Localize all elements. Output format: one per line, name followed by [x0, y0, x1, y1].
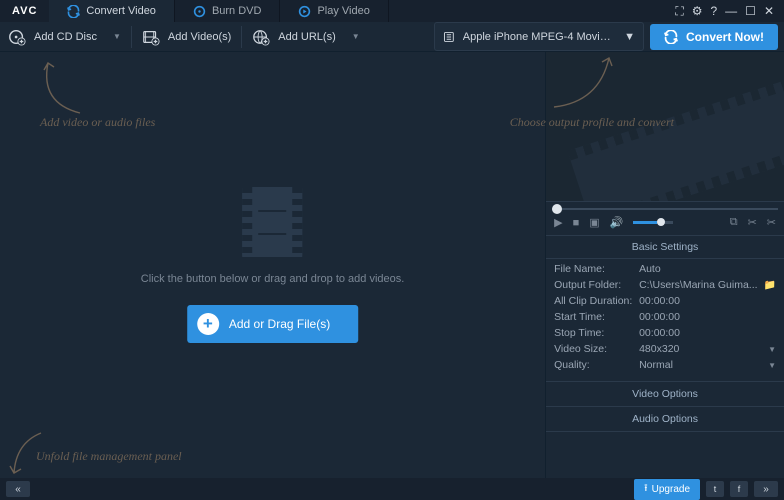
facebook-icon[interactable]: f [730, 481, 748, 497]
tab-convert-video[interactable]: Convert Video [49, 0, 175, 22]
upgrade-icon: ⭱ [644, 481, 648, 498]
chevron-down-icon[interactable]: ▼ [352, 32, 360, 41]
preview-area [546, 52, 784, 202]
folder-icon[interactable]: 📁 [764, 280, 776, 291]
add-videos-label: Add Video(s) [168, 31, 231, 43]
volume-slider[interactable] [633, 221, 673, 224]
convert-now-button[interactable]: Convert Now! [650, 24, 778, 50]
film-placeholder-icon [243, 187, 303, 257]
help-icon[interactable]: ? [710, 4, 717, 19]
close-icon[interactable]: ✕ [764, 4, 774, 19]
refresh-icon [664, 30, 678, 44]
file-list-area[interactable]: Click the button below or drag and drop … [0, 52, 546, 478]
snapshot-button[interactable]: ▣ [589, 216, 599, 229]
globe-plus-icon [252, 28, 270, 46]
screenshot-icon[interactable]: ⛶ [675, 4, 683, 19]
play-button[interactable]: ▶ [554, 216, 562, 229]
add-urls-label: Add URL(s) [278, 31, 335, 43]
add-files-label: Add or Drag File(s) [229, 317, 330, 331]
setting-video-size[interactable]: Video Size: 480x320▼ [546, 341, 784, 357]
chevron-down-icon: ▼ [624, 31, 635, 43]
setting-start-time[interactable]: Start Time: 00:00:00 [546, 309, 784, 325]
convert-icon [67, 5, 80, 18]
basic-settings: File Name: Auto Output Folder: C:\Users\… [546, 259, 784, 375]
add-cd-disc-button[interactable]: Add CD Disc ▼ [0, 22, 129, 51]
tab-burn-dvd[interactable]: Burn DVD [175, 0, 281, 22]
tab-label: Burn DVD [212, 5, 262, 17]
audio-options-section[interactable]: Audio Options [546, 407, 784, 432]
divider [131, 26, 132, 48]
chevron-down-icon: ▼ [768, 345, 776, 354]
setting-stop-time[interactable]: Stop Time: 00:00:00 [546, 325, 784, 341]
tab-label: Convert Video [86, 5, 156, 17]
disc-plus-icon [8, 28, 26, 46]
setting-file-name[interactable]: File Name: Auto [546, 261, 784, 277]
output-profile-selector[interactable]: Apple iPhone MPEG-4 Movie (*.mp4) ▼ [434, 22, 644, 51]
add-or-drag-files-button[interactable]: + Add or Drag File(s) [187, 305, 358, 343]
setting-output-folder[interactable]: Output Folder: C:\Users\Marina Guima...📁 [546, 277, 784, 293]
seek-bar[interactable] [546, 202, 784, 210]
add-urls-button[interactable]: Add URL(s) ▼ [244, 22, 367, 51]
maximize-icon[interactable]: ☐ [745, 4, 756, 19]
cut-start-icon[interactable]: ✂ [748, 216, 757, 229]
unfold-panel-button[interactable]: « [6, 481, 30, 497]
gear-icon[interactable]: ⚙ [692, 4, 703, 19]
top-tabs: Convert Video Burn DVD Play Video [49, 0, 665, 22]
upgrade-button[interactable]: ⭱Upgrade [634, 479, 700, 500]
cut-end-icon[interactable]: ✂ [767, 216, 776, 229]
filmstrip-decor-icon [568, 77, 784, 202]
disc-icon [193, 5, 206, 18]
play-icon [298, 5, 311, 18]
setting-all-clip-duration: All Clip Duration: 00:00:00 [546, 293, 784, 309]
next-button[interactable]: » [754, 481, 778, 497]
plus-icon: + [197, 313, 219, 335]
setting-quality[interactable]: Quality: Normal▼ [546, 357, 784, 373]
twitter-icon[interactable]: t [706, 481, 724, 497]
app-logo: AVC [0, 5, 49, 17]
add-videos-button[interactable]: Add Video(s) [134, 22, 239, 51]
add-cd-label: Add CD Disc [34, 31, 97, 43]
profile-label: Apple iPhone MPEG-4 Movie (*.mp4) [463, 31, 616, 43]
film-plus-icon [142, 28, 160, 46]
convert-label: Convert Now! [686, 30, 764, 44]
video-options-section[interactable]: Video Options [546, 381, 784, 407]
divider [241, 26, 242, 48]
chevron-down-icon[interactable]: ▼ [113, 32, 121, 41]
chevron-down-icon: ▼ [768, 361, 776, 370]
tab-play-video[interactable]: Play Video [280, 0, 388, 22]
stop-button[interactable]: ■ [573, 217, 580, 229]
profile-icon [443, 30, 455, 44]
volume-icon[interactable]: 🔊 [610, 216, 624, 229]
basic-settings-header: Basic Settings [546, 236, 784, 259]
empty-hint: Click the button below or drag and drop … [141, 273, 405, 285]
link-icon[interactable]: ⧉ [730, 216, 738, 229]
tab-label: Play Video [317, 5, 369, 17]
minimize-icon[interactable]: — [725, 4, 737, 19]
